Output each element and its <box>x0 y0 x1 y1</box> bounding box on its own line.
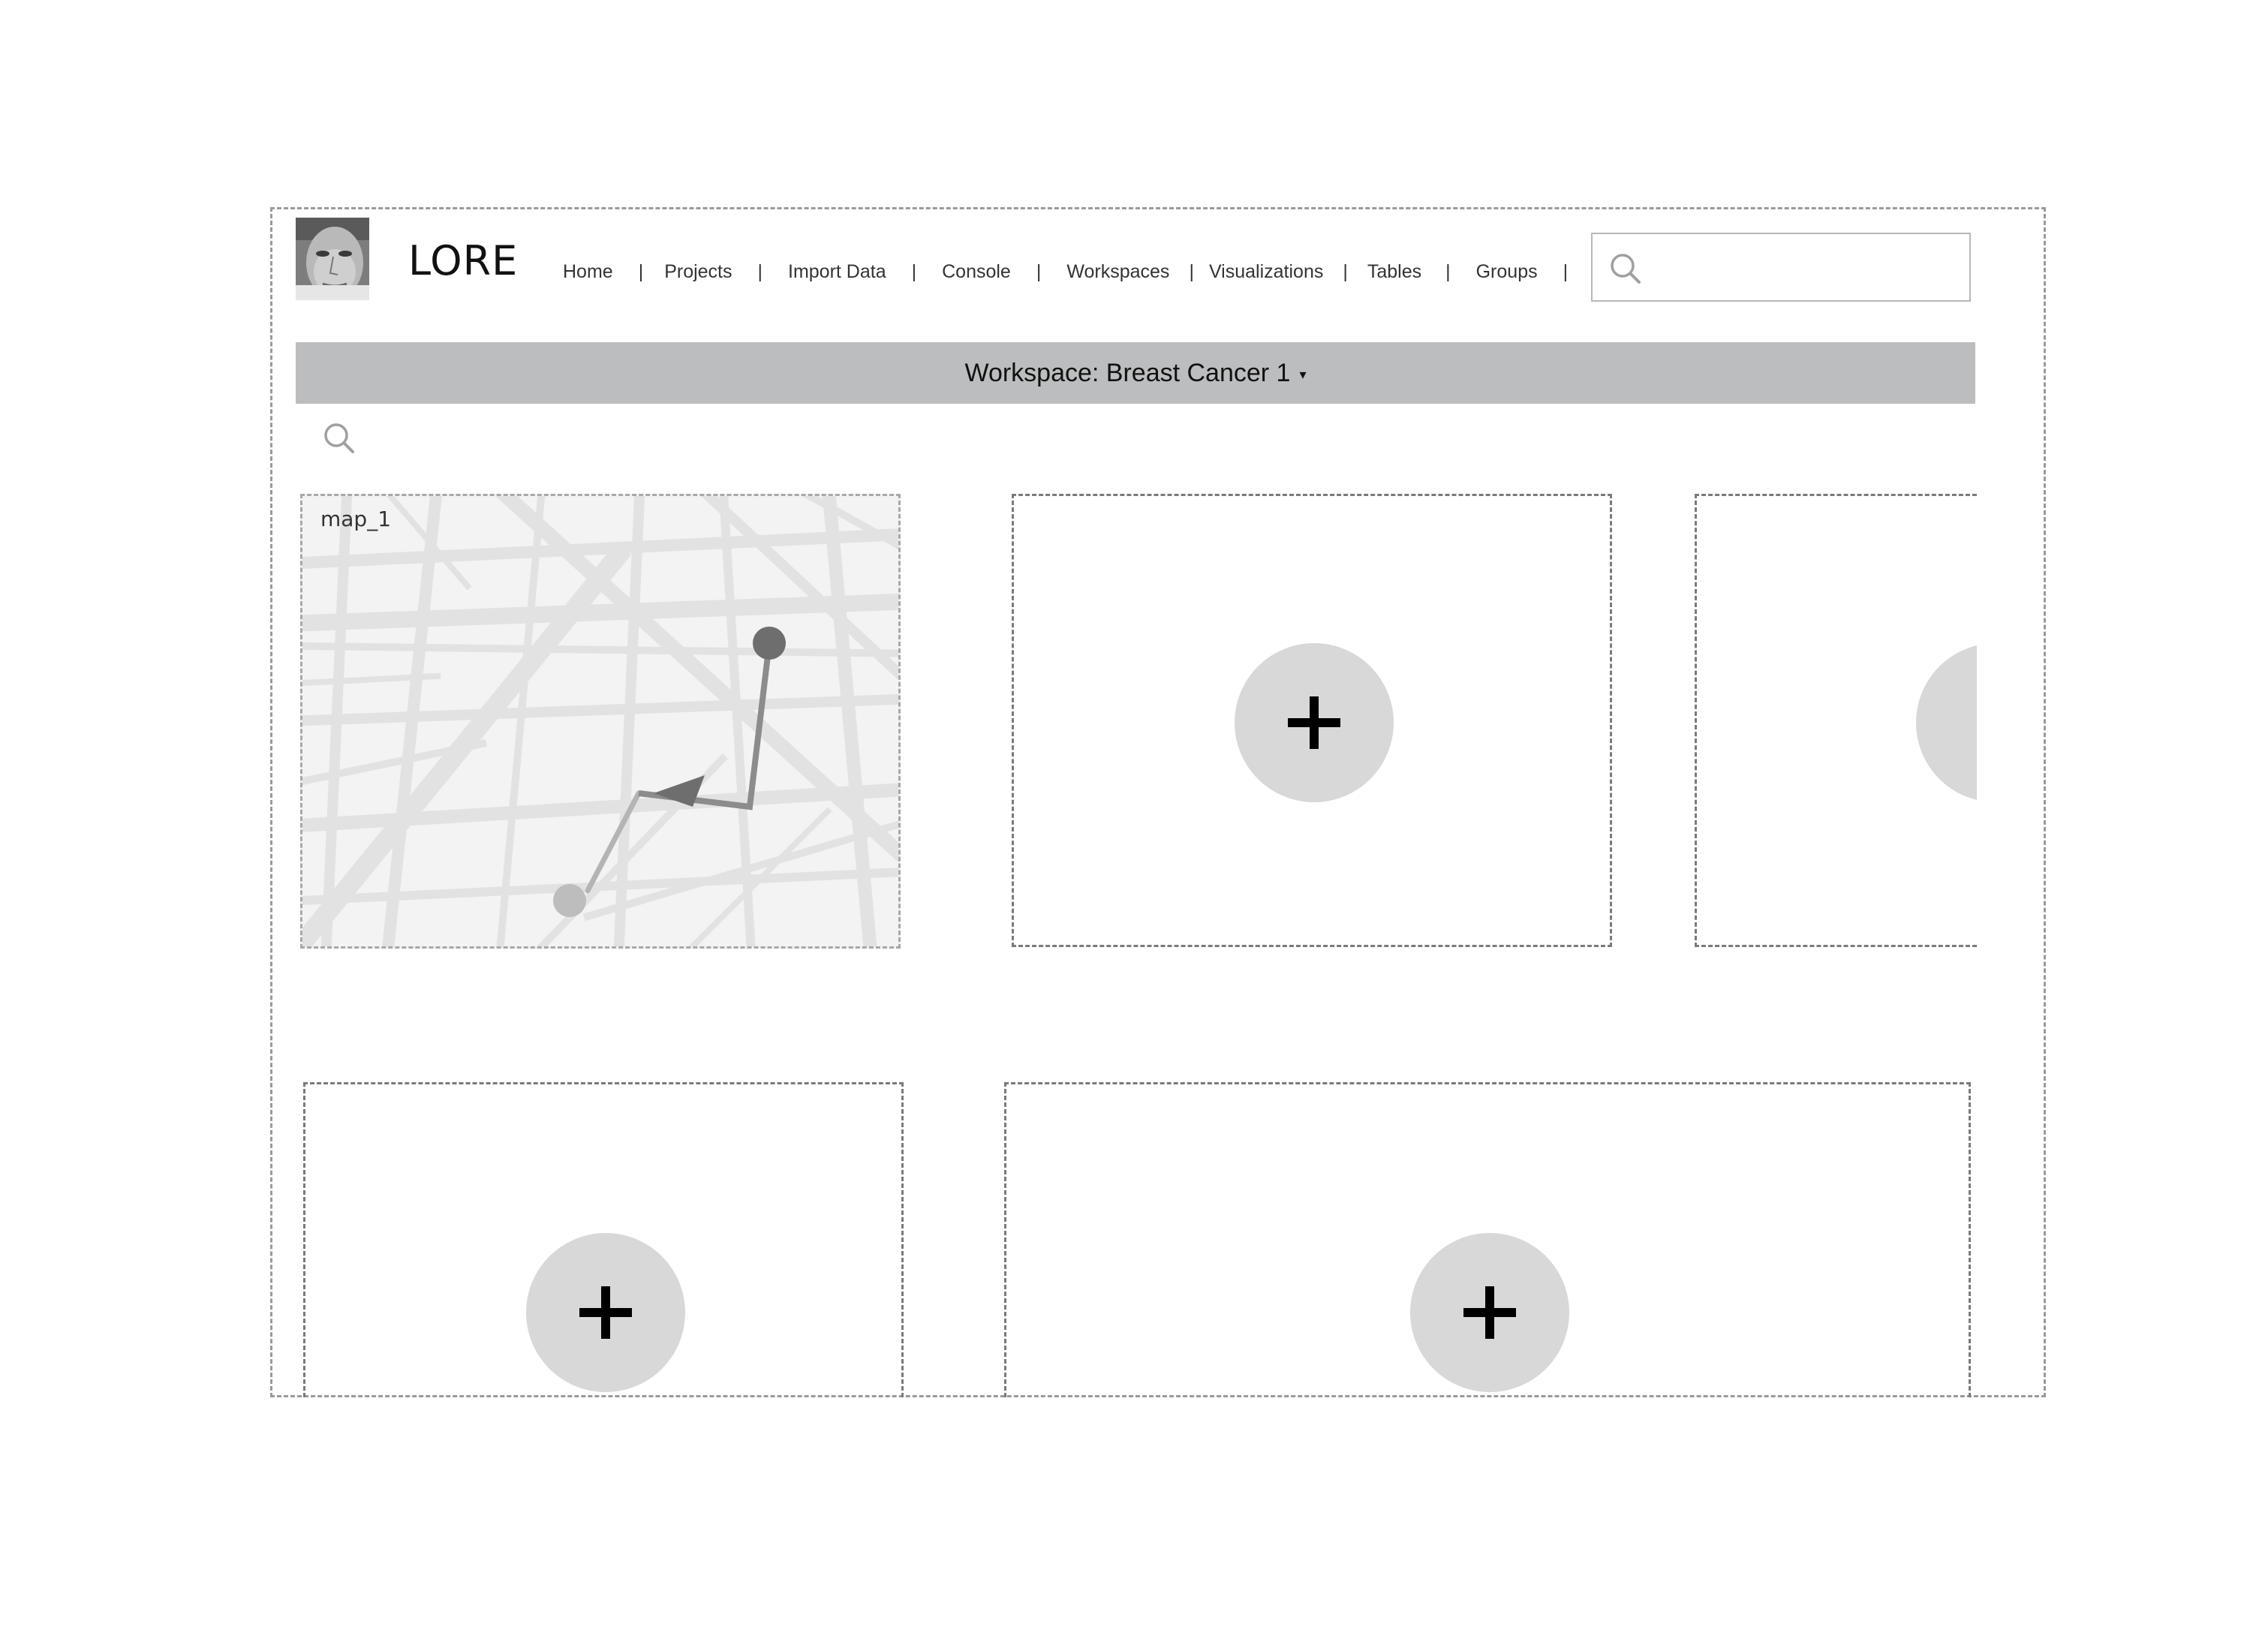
search-icon <box>1609 252 1644 290</box>
workspace-selector[interactable]: Workspace: Breast Cancer 1 ▾ <box>296 342 1975 404</box>
main-nav: Home | Projects | Import Data | Console … <box>563 255 1568 288</box>
nav-visualizations[interactable]: Visualizations <box>1209 261 1323 283</box>
nav-separator: | <box>1036 260 1042 282</box>
add-visualization-button[interactable] <box>1916 643 1977 802</box>
panel-title: map_1 <box>320 507 392 531</box>
add-visualization-button[interactable] <box>1410 1233 1569 1392</box>
avatar[interactable] <box>296 218 369 300</box>
empty-panel <box>1012 494 1612 947</box>
nav-separator: | <box>1445 260 1451 282</box>
add-visualization-button[interactable] <box>1235 643 1394 802</box>
nav-separator: | <box>1189 260 1194 282</box>
global-search-box[interactable] <box>1591 233 1971 302</box>
nav-workspaces[interactable]: Workspaces <box>1066 261 1169 283</box>
nav-projects[interactable]: Projects <box>664 261 732 283</box>
nav-tables[interactable]: Tables <box>1367 261 1421 283</box>
route-start-marker[interactable] <box>753 627 786 660</box>
nav-import-data[interactable]: Import Data <box>788 261 886 283</box>
nav-separator: | <box>1563 260 1569 282</box>
nav-separator: | <box>1343 260 1348 282</box>
global-search-input[interactable] <box>1654 245 1957 291</box>
chevron-down-icon: ▾ <box>1299 366 1307 382</box>
workspace-label: Workspace: Breast Cancer 1 <box>964 358 1291 387</box>
route-end-marker[interactable] <box>553 884 586 917</box>
nav-separator: | <box>638 260 644 282</box>
map-panel[interactable]: map_1 <box>300 494 901 949</box>
app-logo[interactable]: LORE <box>408 237 518 285</box>
nav-console[interactable]: Console <box>942 261 1011 283</box>
nav-groups[interactable]: Groups <box>1476 261 1538 283</box>
empty-panel <box>1695 494 1977 947</box>
empty-panel <box>303 1082 904 1397</box>
search-icon[interactable] <box>323 422 357 460</box>
avatar-photo <box>296 218 369 300</box>
nav-separator: | <box>757 260 763 282</box>
add-visualization-button[interactable] <box>526 1233 685 1392</box>
empty-panel <box>1004 1082 1971 1397</box>
nav-home[interactable]: Home <box>563 261 613 283</box>
map-view[interactable] <box>302 496 901 949</box>
nav-separator: | <box>911 260 917 282</box>
